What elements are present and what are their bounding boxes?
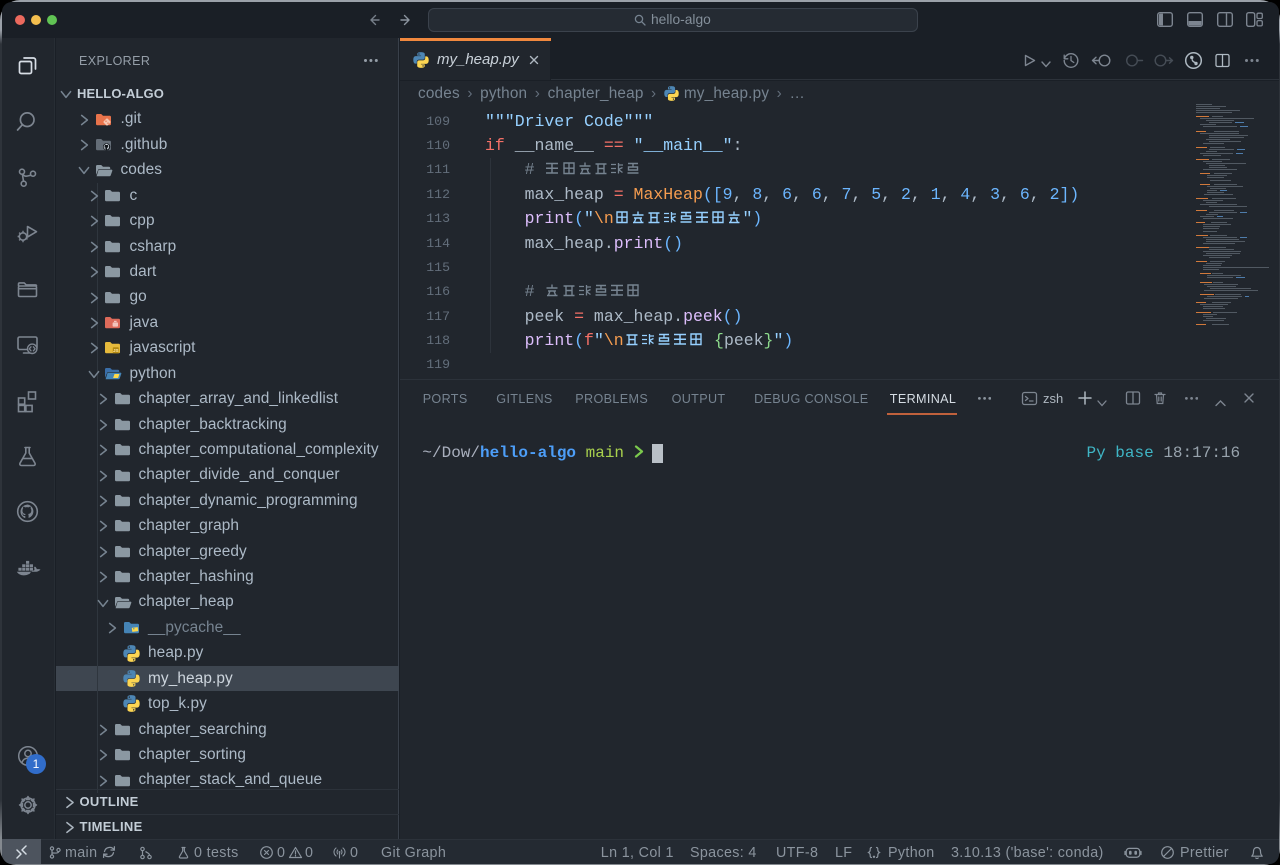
svg-text:JS: JS: [113, 348, 119, 353]
